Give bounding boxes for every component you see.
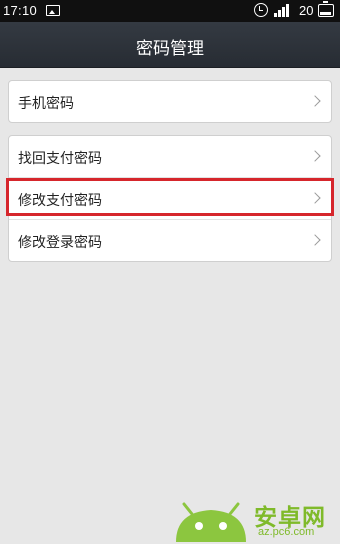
- android-robot-icon: [176, 502, 246, 542]
- gallery-icon: [46, 5, 60, 16]
- menu-item-label: 手机密码: [18, 96, 74, 112]
- menu-item-recover-payment-password[interactable]: 找回支付密码: [9, 136, 331, 178]
- menu-item-phone-password[interactable]: 手机密码: [9, 81, 331, 123]
- chevron-right-icon: [309, 150, 321, 162]
- page-title: 密码管理: [136, 39, 204, 59]
- chevron-right-icon: [309, 95, 321, 107]
- alarm-icon: [254, 3, 268, 17]
- menu-item-change-payment-password[interactable]: 修改支付密码: [9, 178, 331, 220]
- menu-item-label: 修改支付密码: [18, 193, 102, 209]
- status-time: 17:10: [3, 3, 38, 18]
- menu-item-change-login-password[interactable]: 修改登录密码: [9, 220, 331, 262]
- status-bar: 17:10 20: [0, 0, 340, 22]
- watermark: 安卓网 az.pc6.com: [170, 496, 340, 544]
- signal-icon: [274, 4, 292, 17]
- settings-group-phone: 手机密码: [8, 80, 332, 123]
- title-bar: 密码管理: [0, 22, 340, 68]
- battery-icon: [318, 1, 334, 17]
- chevron-right-icon: [309, 234, 321, 246]
- battery-level: 20: [299, 3, 314, 18]
- menu-item-label: 找回支付密码: [18, 151, 102, 167]
- watermark-url: az.pc6.com: [258, 526, 315, 538]
- menu-item-label: 修改登录密码: [18, 235, 102, 251]
- settings-group-payment: 找回支付密码 修改支付密码 修改登录密码: [8, 135, 332, 262]
- chevron-right-icon: [309, 192, 321, 204]
